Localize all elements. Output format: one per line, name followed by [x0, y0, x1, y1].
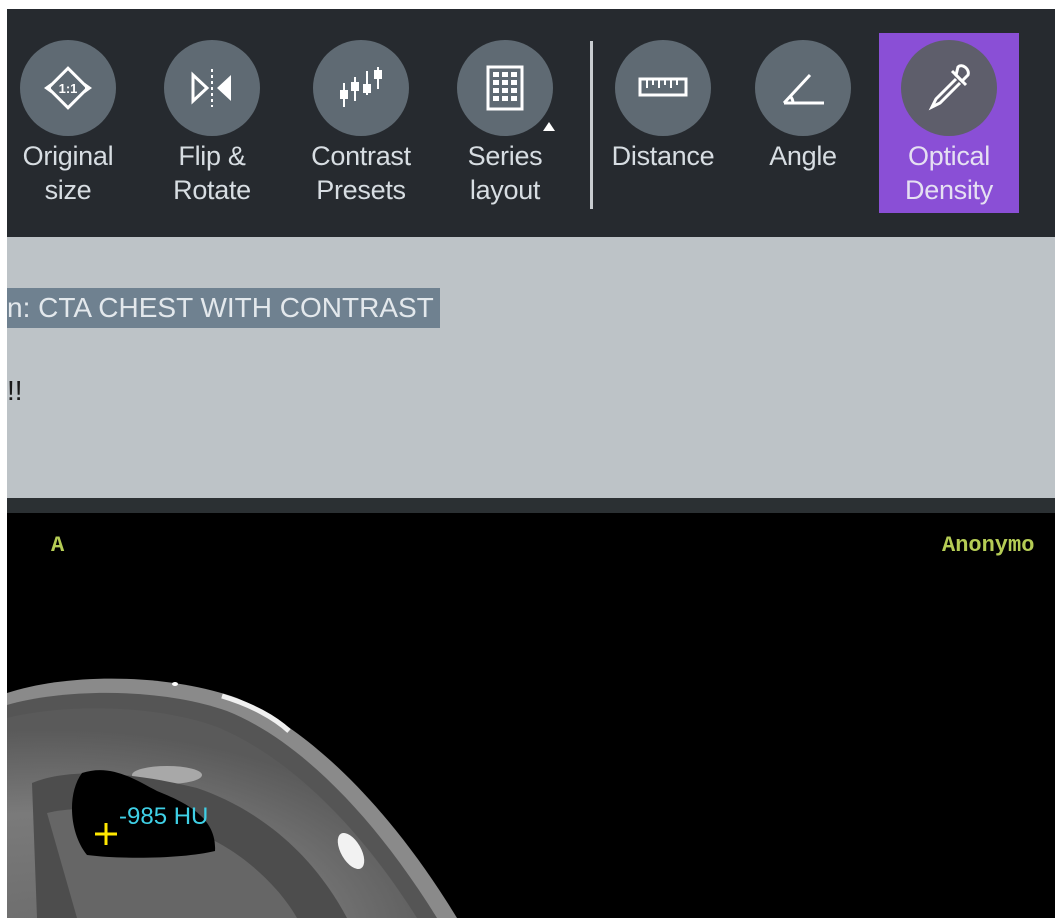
image-viewport[interactable]: A Anonymo -985 HU	[7, 513, 1055, 918]
patient-name: Anonymo	[942, 533, 1035, 558]
original-size-button[interactable]: 1:1 Original size	[7, 33, 133, 213]
distance-button[interactable]: Distance	[598, 33, 728, 213]
ct-slice-image	[7, 678, 457, 918]
study-note: !!	[7, 375, 23, 406]
optical-density-label: Optical Density	[905, 141, 993, 205]
angle-button[interactable]: Angle	[738, 33, 868, 213]
contrast-presets-label: Contrast Presets	[311, 141, 411, 205]
angle-label: Angle	[769, 141, 837, 171]
series-layout-caret-icon[interactable]	[543, 122, 555, 131]
toolbar: 1:1 Original size Flip & Rotate Contrast…	[7, 9, 1055, 237]
series-layout-label: Series layout	[467, 141, 543, 205]
contrast-presets-icon	[313, 40, 409, 136]
study-description: n: CTA CHEST WITH CONTRAST	[7, 288, 440, 328]
dicom-viewer: 1:1 Original size Flip & Rotate Contrast…	[7, 9, 1055, 918]
original-size-icon: 1:1	[20, 40, 116, 136]
hu-measurement: -985 HU	[119, 803, 209, 830]
angle-icon	[755, 40, 851, 136]
ruler-icon	[615, 40, 711, 136]
flip-rotate-label: Flip & Rotate	[173, 141, 251, 205]
flip-rotate-button[interactable]: Flip & Rotate	[147, 33, 277, 213]
eyedropper-icon	[901, 40, 997, 136]
study-info-panel: n: CTA CHEST WITH CONTRAST !!	[7, 237, 1055, 498]
distance-label: Distance	[611, 141, 715, 171]
toolbar-divider	[590, 41, 593, 209]
original-size-label: Original size	[22, 141, 114, 205]
optical-density-button[interactable]: Optical Density	[879, 33, 1019, 213]
contrast-presets-button[interactable]: Contrast Presets	[296, 33, 426, 213]
crosshair-icon[interactable]	[94, 822, 118, 846]
svg-text:1:1: 1:1	[59, 81, 78, 96]
orientation-marker: A	[51, 533, 65, 558]
panel-divider	[7, 498, 1055, 513]
series-layout-icon	[457, 40, 553, 136]
flip-rotate-icon	[164, 40, 260, 136]
